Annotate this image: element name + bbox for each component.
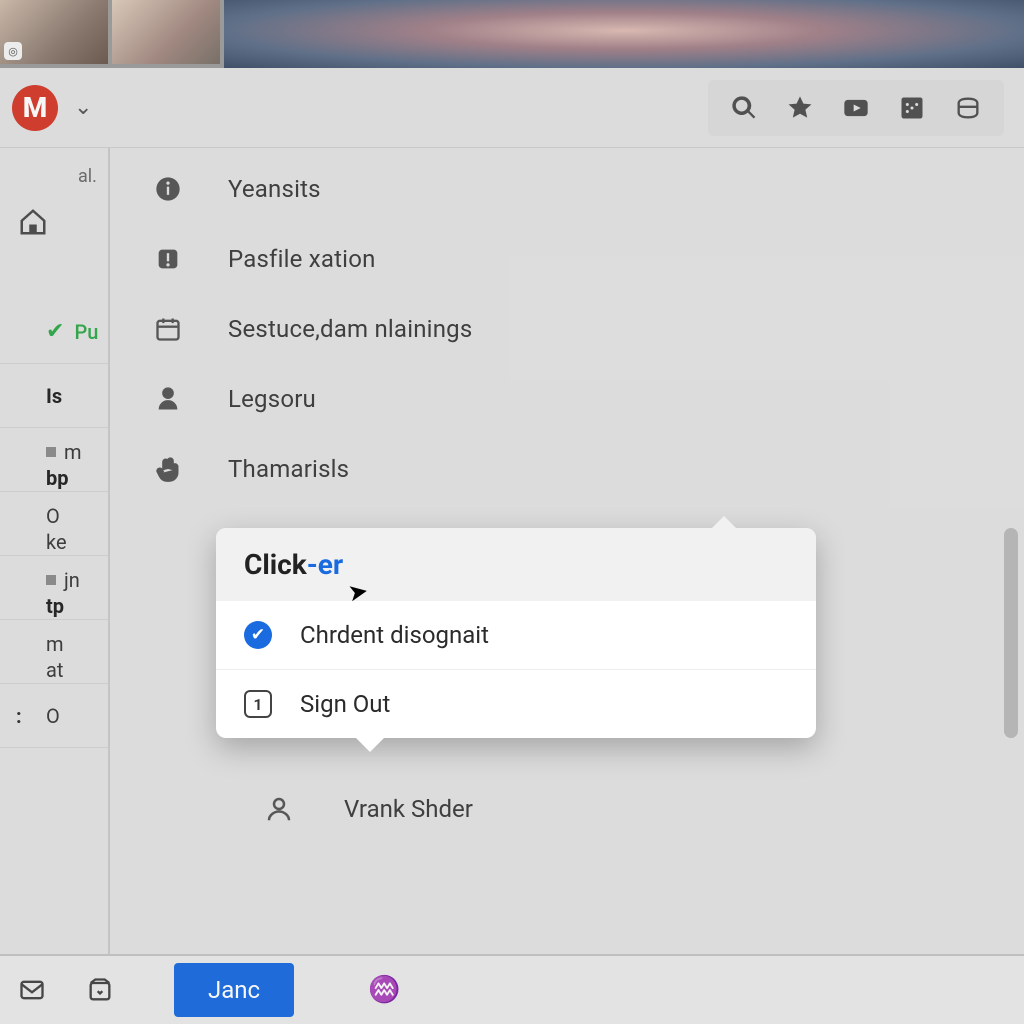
popover-option-signout[interactable]: 1 Sign Out xyxy=(216,669,816,738)
menu-item-2[interactable]: Sestuce,dam nlainings xyxy=(110,294,1024,364)
app-logo[interactable]: M xyxy=(12,85,58,131)
person-icon xyxy=(154,385,182,413)
left-row-2[interactable]: mbp xyxy=(0,428,108,492)
left-rail: al. ✔Pu Is mbp Oke jntp mat O xyxy=(0,148,110,954)
menu-item-0-label: Yeansits xyxy=(228,175,321,203)
left-row-4-text2: tp xyxy=(46,594,64,618)
left-row-5-text: m xyxy=(46,632,64,656)
star-icon[interactable] xyxy=(786,94,814,122)
account-popover: Click-er ✔ Chrdent disognait 1 Sign Out xyxy=(216,528,816,738)
menu-item-2-label: Sestuce,dam nlainings xyxy=(228,315,472,343)
video-icon[interactable] xyxy=(842,94,870,122)
bird-icon[interactable]: ♒ xyxy=(368,975,400,1005)
menu-list: Yeansits Pasfile xation Sestuce,dam nlai… xyxy=(110,148,1024,504)
left-row-5[interactable]: mat xyxy=(0,620,108,684)
left-row-3-text: O xyxy=(46,504,60,528)
footer: Janc ♒ xyxy=(0,954,1024,1024)
left-row-6[interactable]: O xyxy=(0,684,108,748)
popover-option-0-label: Chrdent disognait xyxy=(300,621,489,649)
info-icon xyxy=(154,175,182,203)
tab-thumb-2[interactable] xyxy=(112,0,220,64)
chevron-down-icon[interactable]: ⌄ xyxy=(74,95,92,120)
left-rail-label: al. xyxy=(0,166,108,187)
left-row-4-text: jn xyxy=(64,568,80,592)
left-row-0-text: Pu xyxy=(74,320,98,344)
popover-arrow-bottom xyxy=(354,736,386,752)
left-row-3[interactable]: Oke xyxy=(0,492,108,556)
search-icon[interactable] xyxy=(730,94,758,122)
left-row-0[interactable]: ✔ Pu xyxy=(0,300,108,364)
toolbar: M ⌄ xyxy=(0,68,1024,148)
left-row-1[interactable]: Is xyxy=(0,364,108,428)
apps-icon[interactable] xyxy=(898,94,926,122)
tab-hero-bg xyxy=(224,0,1024,68)
camera-icon: ◎ xyxy=(4,42,22,60)
tab-thumb-1[interactable]: ◎ xyxy=(0,0,108,64)
check-icon: ✔ xyxy=(46,319,64,344)
toolbar-actions xyxy=(708,80,1004,136)
left-row-6-text: O xyxy=(46,704,60,728)
popover-title-suffix: -er xyxy=(307,548,343,581)
left-row-2-text: m xyxy=(64,440,82,464)
menu-item-1[interactable]: Pasfile xation xyxy=(110,224,1024,294)
left-row-5-text2: at xyxy=(46,658,63,682)
menu-item-3[interactable]: Legsoru xyxy=(110,364,1024,434)
left-row-2-text2: bp xyxy=(46,466,69,490)
check-circle-icon: ✔ xyxy=(244,621,272,649)
alert-icon xyxy=(154,245,182,273)
inbox-icon[interactable] xyxy=(954,94,982,122)
popover-arrow-top xyxy=(710,516,738,530)
left-row-4[interactable]: jntp xyxy=(0,556,108,620)
main-area: M ⌄ al. ✔Pu Is mbp Oke jntp mat O Yeansi… xyxy=(0,68,1024,1024)
menu-item-1-label: Pasfile xation xyxy=(228,245,376,273)
menu-item-4-label: Thamarisls xyxy=(228,455,349,483)
archive-icon[interactable] xyxy=(86,976,114,1004)
menu-item-0[interactable]: Yeansits xyxy=(110,154,1024,224)
menu-item-3-label: Legsoru xyxy=(228,385,316,413)
flag-icon xyxy=(46,575,56,585)
person-outline-icon xyxy=(264,794,294,824)
number-box-icon: 1 xyxy=(244,690,272,718)
calendar-icon xyxy=(154,315,182,343)
scrollbar[interactable] xyxy=(1004,528,1018,738)
contact-name-label: Vrank Shder xyxy=(344,795,473,823)
hand-icon xyxy=(154,455,182,483)
popover-title: Click-er xyxy=(216,528,816,601)
popover-option-0[interactable]: ✔ Chrdent disognait xyxy=(216,601,816,669)
primary-button[interactable]: Janc xyxy=(174,963,294,1017)
flag-icon xyxy=(46,447,56,457)
popover-title-main: Click xyxy=(244,548,307,581)
menu-item-4[interactable]: Thamarisls xyxy=(110,434,1024,504)
mail-icon[interactable] xyxy=(18,976,46,1004)
popover-option-1-label: Sign Out xyxy=(300,690,390,718)
home-icon[interactable] xyxy=(18,207,48,237)
left-row-1-text: Is xyxy=(46,384,62,408)
contact-row[interactable]: Vrank Shder xyxy=(264,794,473,824)
browser-tabs: ◎ xyxy=(0,0,1024,68)
left-row-3-text2: ke xyxy=(46,530,67,554)
